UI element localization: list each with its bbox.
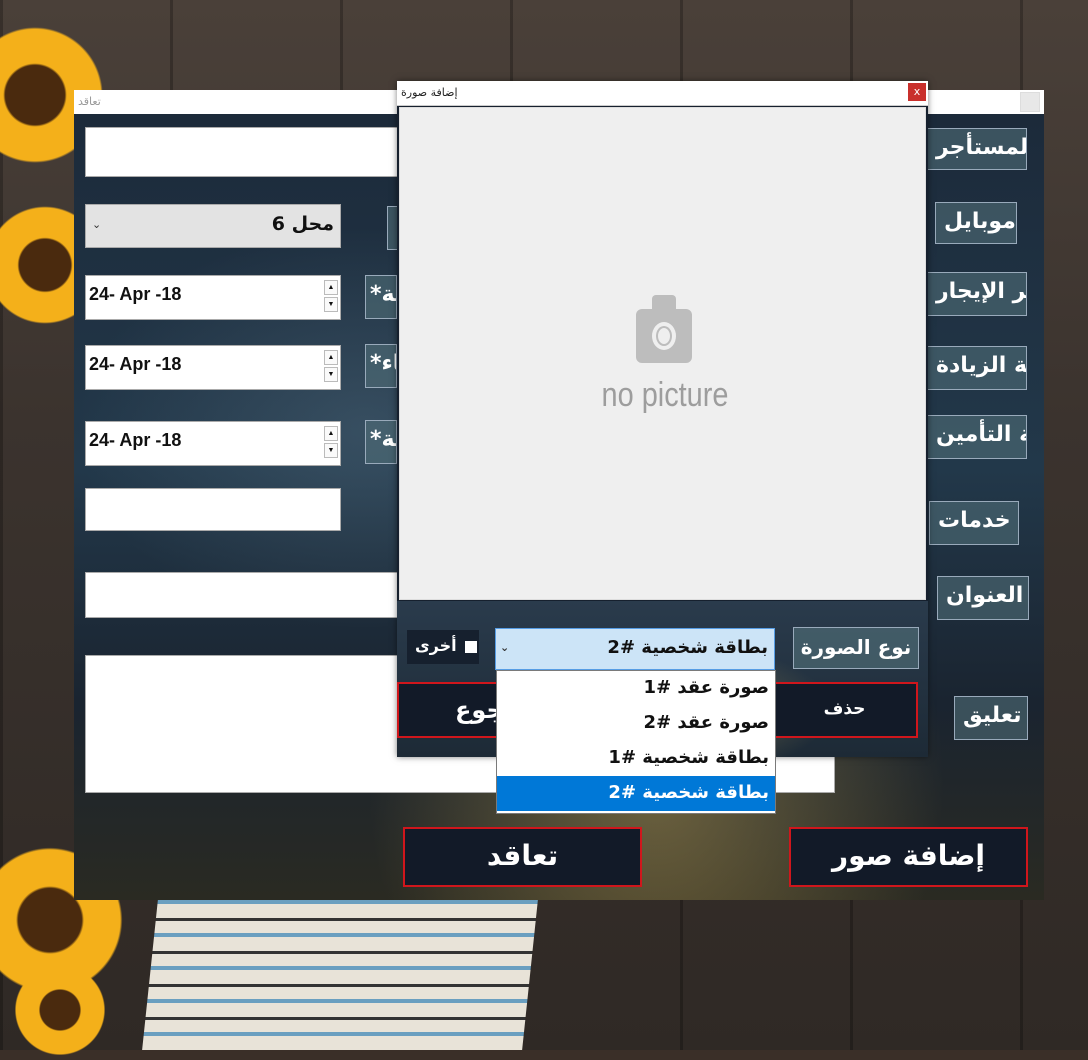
store-select-value: محل 6 — [271, 213, 334, 235]
dropdown-option-selected[interactable]: بطاقة شخصية #2 — [497, 776, 775, 811]
rent-price-label: سعر الإيجار — [927, 272, 1027, 316]
end-date-value: 24- Apr -18 — [89, 354, 182, 374]
payment-date-picker[interactable]: 24- Apr -18 ▲ ▼ — [85, 421, 341, 466]
other-checkbox-label: أخرى — [415, 636, 457, 655]
start-date-spinner[interactable]: ▲ ▼ — [324, 280, 338, 314]
add-images-button[interactable]: إضافة صور — [789, 827, 1028, 887]
address-input[interactable] — [85, 572, 405, 618]
back-button[interactable]: رجوع — [397, 682, 507, 738]
mobile-label: موبايل — [935, 202, 1017, 244]
payment-date-value: 24- Apr -18 — [89, 430, 182, 450]
spin-up-icon[interactable]: ▲ — [324, 350, 338, 365]
start-date-value: 24- Apr -18 — [89, 284, 182, 304]
add-image-dialog-title: إضافة صورة — [401, 86, 458, 99]
payment-date-spinner[interactable]: ▲ ▼ — [324, 426, 338, 460]
striped-cloth-decoration — [142, 900, 538, 1050]
start-date-picker[interactable]: 24- Apr -18 ▲ ▼ — [85, 275, 341, 320]
add-image-dialog: إضافة صورة x no picture أخرى ⌄ بطاقة شخص… — [397, 81, 928, 757]
sunflower-decoration — [10, 960, 110, 1060]
end-date-label: *تاريخ الانتهاء — [365, 344, 397, 388]
dropdown-option[interactable]: صورة عقد #2 — [497, 706, 775, 741]
spin-up-icon[interactable]: ▲ — [324, 426, 338, 441]
comment-label: تعليق — [954, 696, 1028, 740]
camera-icon — [636, 295, 692, 363]
payment-date-label: *تاريخ الدفعة — [365, 420, 397, 464]
services-label: خدمات — [929, 501, 1019, 545]
insurance-value-label: قيمة التأمين — [927, 415, 1027, 459]
contract-window-title: تعاقد — [78, 95, 101, 108]
dropdown-option[interactable]: صورة عقد #1 — [497, 671, 775, 706]
close-icon[interactable]: x — [908, 83, 926, 101]
image-preview: no picture — [399, 107, 926, 600]
spin-up-icon[interactable]: ▲ — [324, 280, 338, 295]
store-select[interactable]: ⌄ محل 6 — [85, 204, 341, 248]
increase-rate-label: نسبة الزيادة — [927, 346, 1027, 390]
spin-down-icon[interactable]: ▼ — [324, 367, 338, 382]
services-input[interactable] — [85, 488, 341, 531]
tenant-name-label: اسم المستأجر — [927, 128, 1027, 170]
other-checkbox[interactable]: أخرى — [407, 630, 479, 664]
image-type-select-value: بطاقة شخصية #2 — [607, 637, 768, 658]
contract-window-close-button[interactable] — [1020, 92, 1040, 112]
no-picture-text: no picture — [601, 376, 729, 414]
image-type-dropdown: صورة عقد #1 صورة عقد #2 بطاقة شخصية #1 ب… — [496, 670, 776, 814]
address-label: العنوان — [937, 576, 1029, 620]
chevron-down-icon: ⌄ — [500, 641, 510, 654]
tenant-name-input[interactable] — [85, 127, 405, 177]
add-image-dialog-titlebar: إضافة صورة x — [397, 81, 928, 106]
end-date-spinner[interactable]: ▲ ▼ — [324, 350, 338, 384]
image-type-label: نوع الصورة — [793, 627, 919, 669]
dropdown-option[interactable]: بطاقة شخصية #1 — [497, 741, 775, 776]
image-type-select[interactable]: ⌄ بطاقة شخصية #2 — [495, 628, 775, 670]
spin-down-icon[interactable]: ▼ — [324, 443, 338, 458]
spin-down-icon[interactable]: ▼ — [324, 297, 338, 312]
start-date-label: *تاريخ البداية — [365, 275, 397, 319]
delete-button[interactable]: حذف — [771, 682, 918, 738]
checkbox-box[interactable] — [465, 641, 477, 653]
contract-button[interactable]: تعاقد — [403, 827, 642, 887]
end-date-picker[interactable]: 24- Apr -18 ▲ ▼ — [85, 345, 341, 390]
chevron-down-icon: ⌄ — [92, 218, 102, 231]
